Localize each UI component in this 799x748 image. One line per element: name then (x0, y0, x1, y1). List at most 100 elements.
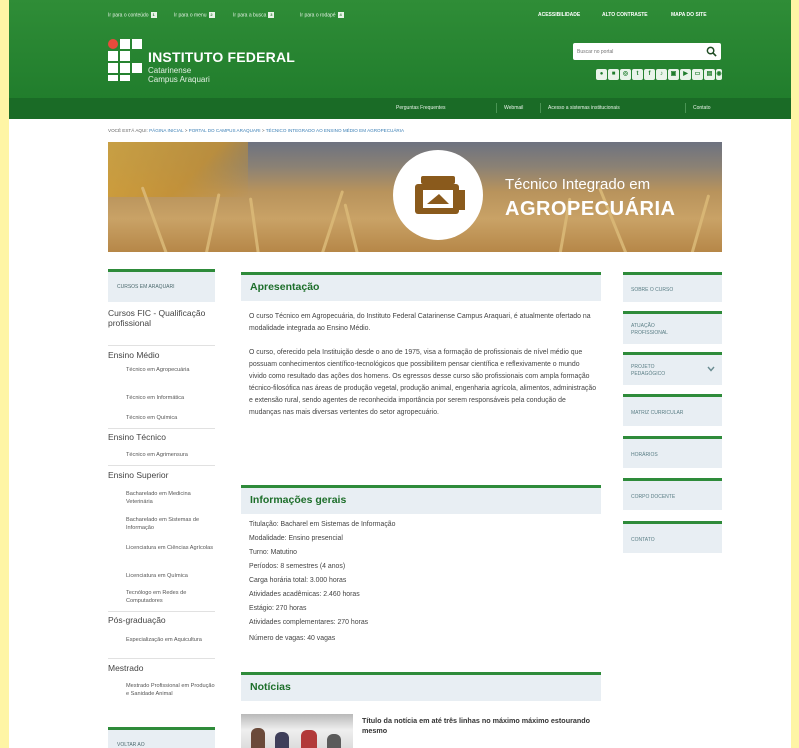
info-vagas: Número de vagas: 40 vagas (249, 635, 336, 642)
menu-item-tecnico-informatica[interactable]: Técnico em Informática (126, 395, 216, 403)
info-carga-horaria: Carga horária total: 3.000 horas (249, 577, 347, 584)
agropecuaria-emblem-icon (393, 150, 483, 240)
section-title: Notícias (250, 681, 291, 693)
social-icon-11[interactable]: ◉ (716, 69, 722, 80)
sidebar-link-corpo-docente[interactable]: CORPO DOCENTE (623, 478, 722, 510)
high-contrast-link[interactable]: ALTO CONTRASTE (602, 12, 648, 18)
info-turno: Turno: Matutino (249, 549, 298, 556)
social-icon-8[interactable]: ▶ (680, 69, 691, 80)
search-input[interactable] (577, 45, 697, 58)
menu-item-sistemas-informacao[interactable]: Bacharelado em Sistemas de Informação (126, 517, 216, 532)
info-titulacao: Titulação: Bacharel em Sistemas de Infor… (249, 521, 396, 528)
menu-cat-mestrado[interactable]: Mestrado (108, 663, 215, 673)
info-atividades-complementares: Atividades complementares: 270 horas (249, 619, 369, 626)
accessibility-link[interactable]: ACESSIBILIDADE (538, 12, 580, 18)
key-badge: 1 (150, 12, 157, 18)
menu-cat-ensino-tecnico[interactable]: Ensino Técnico (108, 432, 215, 442)
menu-item-licenciatura-quimica[interactable]: Licenciatura em Química (126, 573, 216, 581)
menu-cat-fic[interactable]: Cursos FIC - Qualificação profissional (108, 308, 215, 328)
skip-link-label: Ir para o conteúdo (108, 12, 149, 19)
sidebar-link-sobre-o-curso[interactable]: SOBRE O CURSO (623, 272, 722, 302)
menu-cat-ensino-superior[interactable]: Ensino Superior (108, 470, 215, 480)
info-estagio: Estágio: 270 horas (249, 605, 307, 612)
social-icon-10[interactable]: ▤ (704, 69, 715, 80)
social-icon-2[interactable]: ■ (608, 69, 619, 80)
skip-to-search-link[interactable]: Ir para a busca 3 (233, 12, 275, 19)
breadcrumb: VOCÊ ESTÁ AQUI: PÁGINA INICIAL > PORTAL … (108, 128, 404, 133)
news-thumbnail[interactable] (241, 714, 353, 748)
menu-item-aquicultura[interactable]: Especialização em Aquicultura (126, 637, 216, 645)
skip-to-footer-link[interactable]: Ir para o rodapé 4 (300, 12, 344, 18)
site-title[interactable]: INSTITUTO FEDERAL (148, 49, 295, 65)
site-header: Ir para o conteúdo 1 Ir para o menu 2 Ir p… (9, 0, 791, 119)
section-header-noticias: Notícias (241, 672, 601, 701)
banner-title: AGROPECUÁRIA (505, 198, 676, 220)
section-title: Informações gerais (250, 494, 347, 506)
back-box[interactable]: VOLTAR AO (108, 727, 215, 748)
site-subtitle: Catarinense (148, 66, 192, 75)
menu-cat-ensino-medio[interactable]: Ensino Médio (108, 350, 215, 360)
news-item-title[interactable]: Título da notícia em até três linhas no … (362, 716, 602, 736)
menu-item-ciencias-agricolas[interactable]: Licenciatura em Ciências Agrícolas (126, 545, 216, 553)
social-icon-5[interactable]: f (644, 69, 655, 80)
skip-link-label: Ir para o menu (174, 12, 207, 19)
menu-item-tecnico-agropecuaria[interactable]: Técnico em Agropecuária (126, 367, 216, 375)
info-atividades-academicas: Atividades acadêmicas: 2.460 horas (249, 591, 360, 598)
menu-divider (108, 465, 215, 466)
nav-faq[interactable]: Perguntas Frequentes (396, 105, 445, 111)
institute-logo-icon[interactable] (108, 39, 142, 81)
course-banner: Técnico Integrado em AGROPECUÁRIA (108, 142, 722, 252)
breadcrumb-campus-link[interactable]: PORTAL DO CAMPUS ARAQUARI (189, 128, 261, 133)
accessibility-bar: Ir para o conteúdo 1 Ir para o menu 2 Ir p… (9, 0, 791, 30)
section-header-apresentacao: Apresentação (241, 272, 601, 301)
menu-item-redes-computadores[interactable]: Tecnólogo em Redes de Computadores (126, 590, 216, 605)
sidebar-link-label: HORÁRIOS (631, 452, 658, 458)
menu-item-mestrado-producao-animal[interactable]: Mestrado Profissional em Produção e Sani… (126, 683, 216, 698)
banner-subtitle: Técnico Integrado em (505, 176, 651, 193)
campus-name: Campus Araquari (148, 75, 210, 84)
courses-menu-title: CURSOS EM ARAQUARI (117, 284, 175, 290)
social-icon-7[interactable]: ▣ (668, 69, 679, 80)
social-icon-3[interactable]: ◎ (620, 69, 631, 80)
breadcrumb-prefix: VOCÊ ESTÁ AQUI: (108, 128, 148, 133)
nav-separator (496, 103, 497, 113)
nav-contact[interactable]: Contato (693, 105, 711, 111)
key-badge: 4 (337, 12, 344, 18)
sidebar-link-atuacao-profissional[interactable]: ATUAÇÃO PROFISSIONAL (623, 311, 722, 344)
nav-institutional-systems[interactable]: Acesso a sistemas institucionais (548, 105, 620, 111)
menu-item-medicina-veterinaria[interactable]: Bacharelado em Medicina Veterinária (126, 491, 216, 506)
sitemap-link[interactable]: MAPA DO SITE (671, 12, 707, 18)
social-icon-6[interactable]: ♪ (656, 69, 667, 80)
nav-webmail[interactable]: Webmail (504, 105, 523, 111)
sidebar-link-projeto-pedagogico[interactable]: PROJETO PEDAGÓGICO (623, 352, 722, 385)
skip-to-menu-link[interactable]: Ir para o menu 2 (174, 12, 215, 18)
sidebar-link-label: SOBRE O CURSO (631, 287, 674, 293)
menu-item-tecnico-quimica[interactable]: Técnico em Química (126, 415, 216, 423)
nav-separator (540, 103, 541, 113)
chevron-down-icon[interactable] (707, 366, 715, 372)
search-icon[interactable] (706, 46, 717, 57)
apresentacao-paragraph-1: O curso Técnico em Agropecuária, do Inst… (249, 313, 591, 332)
social-icon-1[interactable]: ● (596, 69, 607, 80)
skip-link-label: Ir para a busca (233, 12, 267, 19)
sidebar-link-horarios[interactable]: HORÁRIOS (623, 436, 722, 468)
sidebar-link-label: CONTATO (631, 537, 655, 543)
sidebar-link-contato[interactable]: CONTATO (623, 521, 722, 553)
main-nav: Perguntas Frequentes Webmail Acesso a si… (9, 98, 791, 119)
apresentacao-paragraph-2: O curso, oferecido pela Instituição desd… (249, 349, 597, 416)
sidebar-link-label: CORPO DOCENTE (631, 494, 676, 500)
social-icon-9[interactable]: ▭ (692, 69, 703, 80)
menu-divider (108, 345, 215, 346)
menu-item-tecnico-agrimensura[interactable]: Técnico em Agrimensura (126, 452, 216, 460)
skip-to-content-link[interactable]: Ir para o conteúdo 1 (108, 12, 157, 18)
page: Ir para o conteúdo 1 Ir para o menu 2 Ir p… (9, 0, 791, 748)
info-periodos: Períodos: 8 semestres (4 anos) (249, 563, 346, 570)
back-label: VOLTAR AO (117, 742, 145, 748)
menu-cat-pos-graduacao[interactable]: Pós-graduação (108, 615, 215, 625)
social-icon-4[interactable]: t (632, 69, 643, 80)
skip-link-label: Ir para o rodapé (300, 12, 336, 19)
key-badge: 2 (208, 12, 215, 18)
sidebar-link-matriz-curricular[interactable]: MATRIZ CURRICULAR (623, 394, 722, 426)
breadcrumb-home-link[interactable]: PÁGINA INICIAL (149, 128, 183, 133)
menu-divider (108, 658, 215, 659)
